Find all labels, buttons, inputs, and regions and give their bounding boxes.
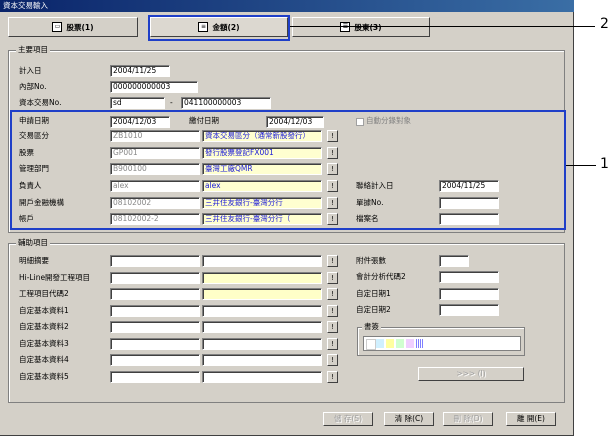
aux-row-label: Hi-Line開發工程項目 xyxy=(19,273,91,282)
aux-row-label: 自定基本資料3 xyxy=(19,339,69,348)
main-items-title: 主要項目 xyxy=(16,45,50,54)
clear-button[interactable]: 清 除(C) xyxy=(384,412,434,426)
aux-row-code-input[interactable] xyxy=(110,305,200,317)
aux-row-name-field xyxy=(202,371,322,383)
aux-items-title: 輔助項目 xyxy=(16,238,50,247)
attach-count-label: 附件張數 xyxy=(356,256,386,265)
attach-count-input[interactable] xyxy=(439,255,469,267)
aux-row-label: 自定基本資料4 xyxy=(19,355,69,364)
tab-highlight-box xyxy=(148,15,290,41)
aux-row-name-field xyxy=(202,255,322,267)
window-title: 資本交易輸入 xyxy=(0,0,574,12)
capital-trade-no-input[interactable]: 041100000003 xyxy=(181,97,271,109)
aux-row-code-input[interactable] xyxy=(110,354,200,366)
close-button[interactable]: 離 開(E) xyxy=(506,412,556,426)
memo-swatch-yellow[interactable] xyxy=(386,339,394,348)
aux-row-label: 工程項目代碼2 xyxy=(19,289,69,298)
memo-swatch-white[interactable] xyxy=(366,339,376,350)
aux-row-lookup-button[interactable]: ! xyxy=(327,338,338,350)
callout-2-label: 2 xyxy=(600,16,609,32)
acct-split-label: 會計分析代碼2 xyxy=(356,272,406,281)
callout-1-line xyxy=(566,165,596,166)
tab-stock-label: 股票(1) xyxy=(66,22,94,32)
custom-date2-label: 自定日期2 xyxy=(356,305,391,314)
capital-trade-no-prefix[interactable]: sd xyxy=(110,97,165,109)
callout-2-line xyxy=(290,26,595,27)
callout-1-label: 1 xyxy=(600,156,609,172)
tab-shareholder[interactable]: ☰ 股東(3) xyxy=(292,17,430,37)
aux-row-lookup-button[interactable]: ! xyxy=(327,272,338,284)
aux-row-lookup-button[interactable]: ! xyxy=(327,371,338,383)
aux-row-label: 自定基本資料5 xyxy=(19,372,69,381)
next-button[interactable]: >>> (I) xyxy=(418,367,524,381)
delete-button[interactable]: 刪 除(D) xyxy=(443,412,493,426)
aux-row-label: 自定基本資料2 xyxy=(19,322,69,331)
memo-swatch-green[interactable] xyxy=(396,339,404,348)
internal-no-label: 內部No. xyxy=(19,82,47,91)
planned-date-label: 計入日 xyxy=(19,66,42,75)
aux-row-name-field xyxy=(202,338,322,350)
planned-date-input[interactable]: 2004/11/25 xyxy=(110,65,170,77)
aux-row-lookup-button[interactable]: ! xyxy=(327,354,338,366)
save-button[interactable]: 儲 存(S) xyxy=(323,412,373,426)
aux-row-lookup-button[interactable]: ! xyxy=(327,255,338,267)
main-section-highlight-box xyxy=(10,110,566,230)
capital-trade-no-separator: - xyxy=(170,98,173,107)
aux-row-name-field xyxy=(202,272,322,284)
book-icon: ▭ xyxy=(52,22,63,32)
memo-color-strip[interactable] xyxy=(363,336,521,351)
custom-date1-input[interactable] xyxy=(439,288,499,300)
aux-row-lookup-button[interactable]: ! xyxy=(327,305,338,317)
person-list-icon: ☰ xyxy=(340,22,351,32)
aux-row-code-input[interactable] xyxy=(110,288,200,300)
aux-row-name-field xyxy=(202,321,322,333)
aux-row-lookup-button[interactable]: ! xyxy=(327,288,338,300)
aux-row-lookup-button[interactable]: ! xyxy=(327,321,338,333)
aux-row-code-input[interactable] xyxy=(110,371,200,383)
memo-swatch-purple[interactable] xyxy=(406,339,414,348)
memo-title: 書簽 xyxy=(362,322,381,331)
tab-stock[interactable]: ▭ 股票(1) xyxy=(8,17,138,37)
capital-trade-no-label: 資本交易No. xyxy=(19,98,62,107)
internal-no-input[interactable]: 000000000003 xyxy=(110,81,198,93)
tab-shareholder-label: 股東(3) xyxy=(354,22,382,32)
custom-date2-input[interactable] xyxy=(439,304,499,316)
custom-date1-label: 自定日期1 xyxy=(356,289,391,298)
aux-row-code-input[interactable] xyxy=(110,255,200,267)
aux-row-name-field xyxy=(202,354,322,366)
memo-swatch-cyan[interactable] xyxy=(376,339,384,348)
aux-row-code-input[interactable] xyxy=(110,272,200,284)
acct-split-input[interactable] xyxy=(439,271,499,283)
memo-swatch-pattern[interactable] xyxy=(416,339,424,348)
aux-row-code-input[interactable] xyxy=(110,338,200,350)
aux-row-name-field xyxy=(202,305,322,317)
aux-row-label: 自定基本資料1 xyxy=(19,306,69,315)
aux-row-name-field xyxy=(202,288,322,300)
aux-row-code-input[interactable] xyxy=(110,321,200,333)
aux-row-label: 明細摘要 xyxy=(19,256,49,265)
